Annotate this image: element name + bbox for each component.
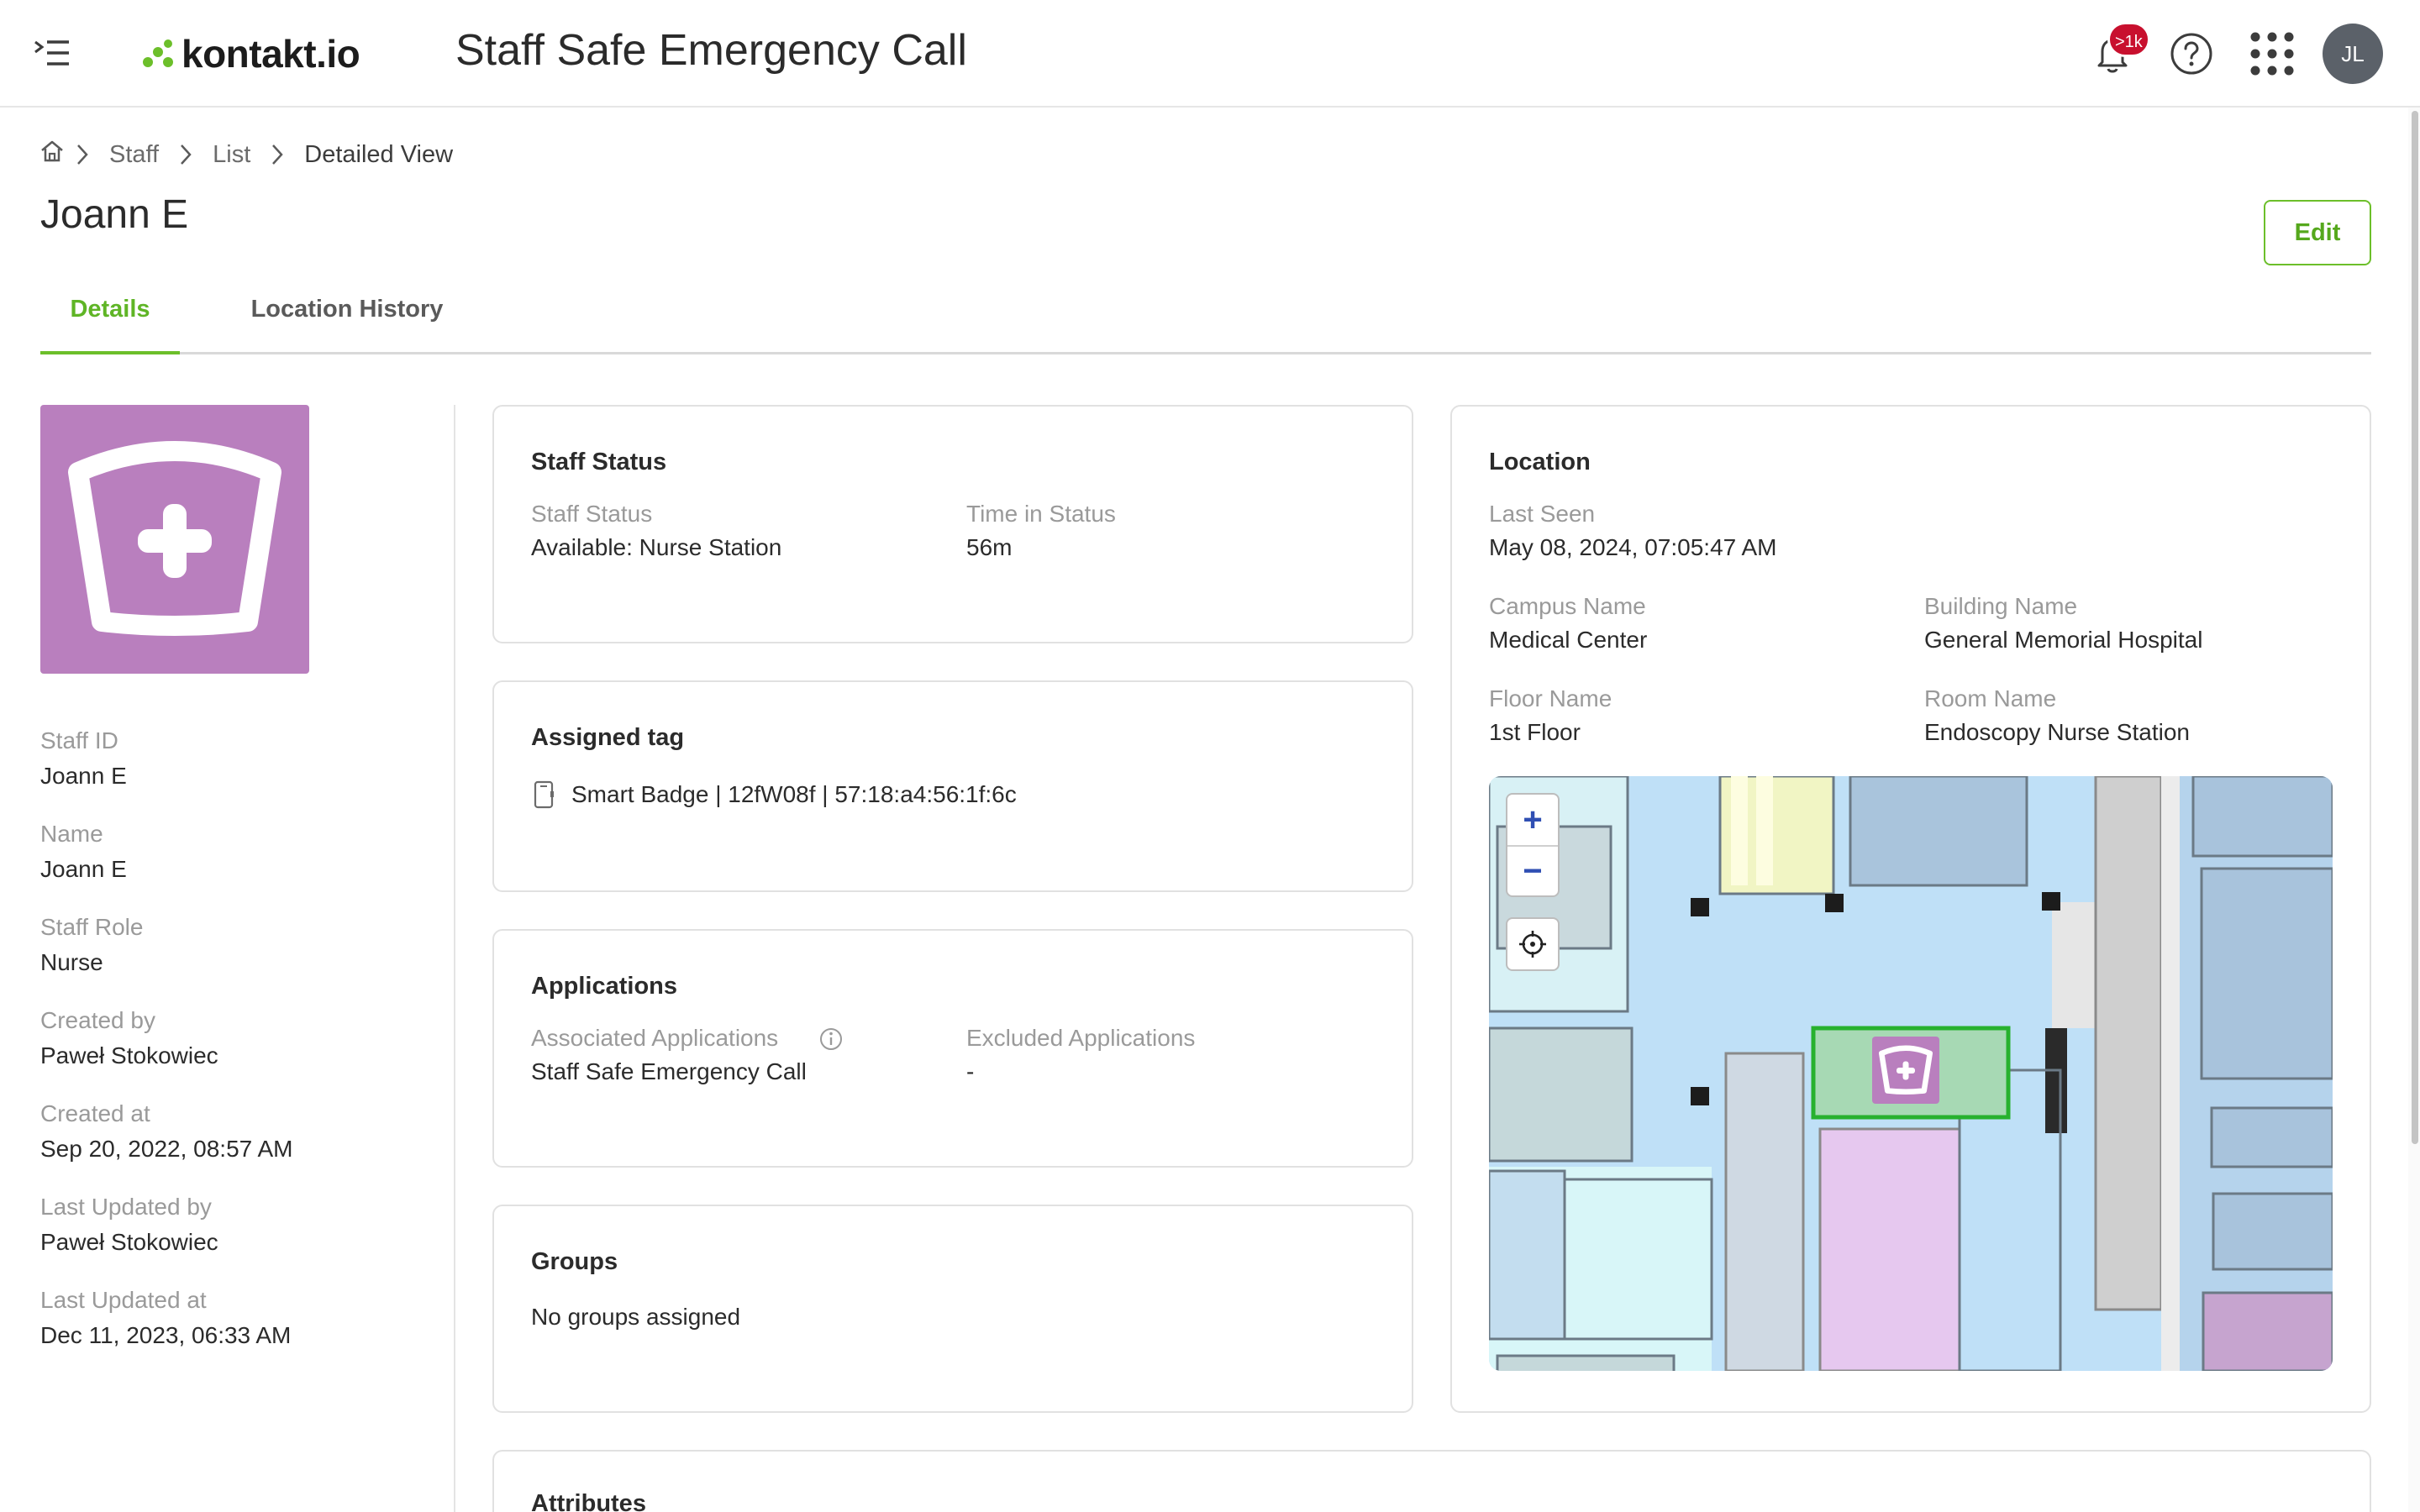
info-icon[interactable] <box>818 1026 844 1056</box>
groups-card: Groups No groups assigned <box>492 1205 1413 1413</box>
user-avatar[interactable]: JL <box>2323 24 2383 84</box>
card-title: Assigned tag <box>531 724 685 751</box>
card-title: Attributes <box>531 1490 646 1512</box>
chevron-right-icon <box>260 143 294 166</box>
home-icon[interactable] <box>39 138 66 171</box>
field-label: Created at <box>40 1100 150 1126</box>
floor-name-value: 1st Floor <box>1489 719 1581 745</box>
zoom-out-button[interactable]: − <box>1507 845 1558 895</box>
location-card: Location Last Seen May 08, 2024, 07:05:4… <box>1450 405 2371 1413</box>
edit-button[interactable]: Edit <box>2264 200 2371 265</box>
time-in-status-label: Time in Status <box>966 501 1116 527</box>
campus-name-label: Campus Name <box>1489 593 1646 619</box>
zoom-in-button[interactable]: + <box>1507 795 1558 845</box>
chevron-right-icon <box>169 143 203 166</box>
field-value: Dec 11, 2023, 06:33 AM <box>40 1322 292 1348</box>
field-value: Paweł Stokowiec <box>40 1229 218 1255</box>
field-label: Last Updated at <box>40 1287 207 1313</box>
tab-location-history[interactable]: Location History <box>208 282 486 354</box>
field-created-at: Created at Sep 20, 2022, 08:57 AM <box>40 1100 292 1163</box>
field-last-updated-by: Last Updated by Paweł Stokowiec <box>40 1194 218 1256</box>
staff-status-label: Staff Status <box>531 501 653 527</box>
field-value: Paweł Stokowiec <box>40 1042 218 1068</box>
help-icon[interactable] <box>2166 29 2217 79</box>
staff-status-value: Available: Nurse Station <box>531 534 782 560</box>
field-label: Name <box>40 821 103 847</box>
assigned-tag-card: Assigned tag Smart Badge | 12fW08f | 57:… <box>492 680 1413 892</box>
groups-value: No groups assigned <box>531 1304 741 1330</box>
map-locate-control <box>1506 917 1560 971</box>
time-in-status-value: 56m <box>966 534 1013 560</box>
card-title: Groups <box>531 1248 618 1275</box>
column-divider <box>454 405 455 1512</box>
logo-text: kontakt.io <box>182 32 360 76</box>
field-created-by: Created by Paweł Stokowiec <box>40 1007 218 1069</box>
building-name-value: General Memorial Hospital <box>1924 627 2203 653</box>
locate-crosshair-icon[interactable] <box>1507 919 1558 969</box>
tab-bar: Details Location History <box>40 282 2371 354</box>
staff-status-card: Staff Status Staff Status Available: Nur… <box>492 405 1413 643</box>
notification-badge: >1k <box>2107 22 2150 57</box>
breadcrumb-list[interactable]: List <box>203 141 260 169</box>
campus-name-value: Medical Center <box>1489 627 1648 653</box>
field-staff-role: Staff Role Nurse <box>40 914 143 976</box>
logo-mark-icon <box>143 39 173 67</box>
associated-applications-value: Staff Safe Emergency Call <box>531 1058 807 1084</box>
menu-collapse-icon[interactable] <box>34 37 72 71</box>
nurse-cap-icon <box>1879 1045 1933 1095</box>
building-name-label: Building Name <box>1924 593 2078 619</box>
card-title: Applications <box>531 973 678 1000</box>
floor-name-label: Floor Name <box>1489 685 1612 711</box>
associated-applications-label: Associated Applications <box>531 1025 779 1051</box>
field-staff-id: Staff ID Joann E <box>40 727 127 790</box>
card-title: Location <box>1489 449 1591 475</box>
card-title: Staff Status <box>531 449 667 475</box>
field-value: Nurse <box>40 949 103 975</box>
field-label: Staff ID <box>40 727 118 753</box>
room-name-value: Endoscopy Nurse Station <box>1924 719 2190 745</box>
nurse-cap-icon <box>68 441 281 636</box>
chevron-right-icon <box>66 143 99 166</box>
field-label: Staff Role <box>40 914 144 940</box>
field-label: Last Updated by <box>40 1194 212 1220</box>
last-seen-label: Last Seen <box>1489 501 1596 527</box>
attributes-card: Attributes <box>492 1450 2371 1512</box>
applications-card: Applications Associated Applications Sta… <box>492 929 1413 1168</box>
floor-map[interactable]: + − <box>1489 776 2333 1371</box>
last-seen-value: May 08, 2024, 07:05:47 AM <box>1489 534 1777 560</box>
staff-location-marker[interactable] <box>1872 1037 1939 1104</box>
field-name: Name Joann E <box>40 821 127 883</box>
excluded-applications-value: - <box>966 1058 975 1084</box>
staff-avatar-image <box>40 405 309 674</box>
field-label: Created by <box>40 1007 155 1033</box>
breadcrumb-detailed-view: Detailed View <box>304 140 454 168</box>
room-name-label: Room Name <box>1924 685 2057 711</box>
smart-badge-icon <box>533 780 555 814</box>
assigned-tag-value[interactable]: Smart Badge | 12fW08f | 57:18:a4:56:1f:6… <box>571 781 1017 808</box>
apps-grid-icon[interactable] <box>2247 29 2297 79</box>
field-value: Joann E <box>40 763 127 789</box>
top-bar: kontakt.io Staff Safe Emergency Call >1k… <box>0 0 2420 108</box>
field-value: Joann E <box>40 856 127 882</box>
tab-details[interactable]: Details <box>40 282 180 354</box>
map-zoom-controls: + − <box>1506 793 1560 897</box>
field-last-updated-at: Last Updated at Dec 11, 2023, 06:33 AM <box>40 1287 291 1349</box>
page-scrollbar-thumb[interactable] <box>2412 111 2418 1144</box>
page-title: Joann E <box>40 192 189 237</box>
app-title: Staff Safe Emergency Call <box>455 26 967 75</box>
field-value: Sep 20, 2022, 08:57 AM <box>40 1136 293 1162</box>
breadcrumb: Staff List Detailed View <box>39 138 463 171</box>
kontakt-logo[interactable]: kontakt.io <box>141 29 360 79</box>
excluded-applications-label: Excluded Applications <box>966 1025 1196 1051</box>
breadcrumb-staff[interactable]: Staff <box>99 141 169 169</box>
